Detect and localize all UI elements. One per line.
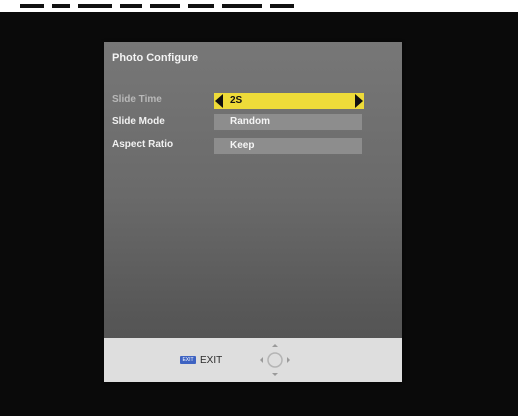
aspect-ratio-label: Aspect Ratio xyxy=(112,139,174,150)
photo-configure-dialog: Photo Configure Slide Time 2S Slide Mode… xyxy=(104,42,402,382)
slide-mode-value: Random xyxy=(230,116,270,127)
top-strip xyxy=(0,0,518,12)
slide-mode-selector[interactable]: Random xyxy=(214,114,362,130)
dialog-title: Photo Configure xyxy=(112,52,199,64)
slide-time-selector[interactable]: 2S xyxy=(214,93,364,109)
exit-label: EXIT xyxy=(200,355,223,366)
exit-key-icon[interactable]: EXIT xyxy=(180,356,196,364)
aspect-ratio-value: Keep xyxy=(230,140,255,151)
dpad-icon xyxy=(260,344,290,376)
slide-mode-label: Slide Mode xyxy=(112,116,165,127)
arrow-left-icon[interactable] xyxy=(215,94,223,108)
slide-time-label: Slide Time xyxy=(112,94,162,105)
slide-time-value: 2S xyxy=(230,95,243,106)
arrow-right-icon[interactable] xyxy=(355,94,363,108)
tv-screen: Photo Configure Slide Time 2S Slide Mode… xyxy=(0,0,518,416)
aspect-ratio-selector[interactable]: Keep xyxy=(214,138,362,154)
dialog-footer: EXIT EXIT xyxy=(104,338,402,382)
